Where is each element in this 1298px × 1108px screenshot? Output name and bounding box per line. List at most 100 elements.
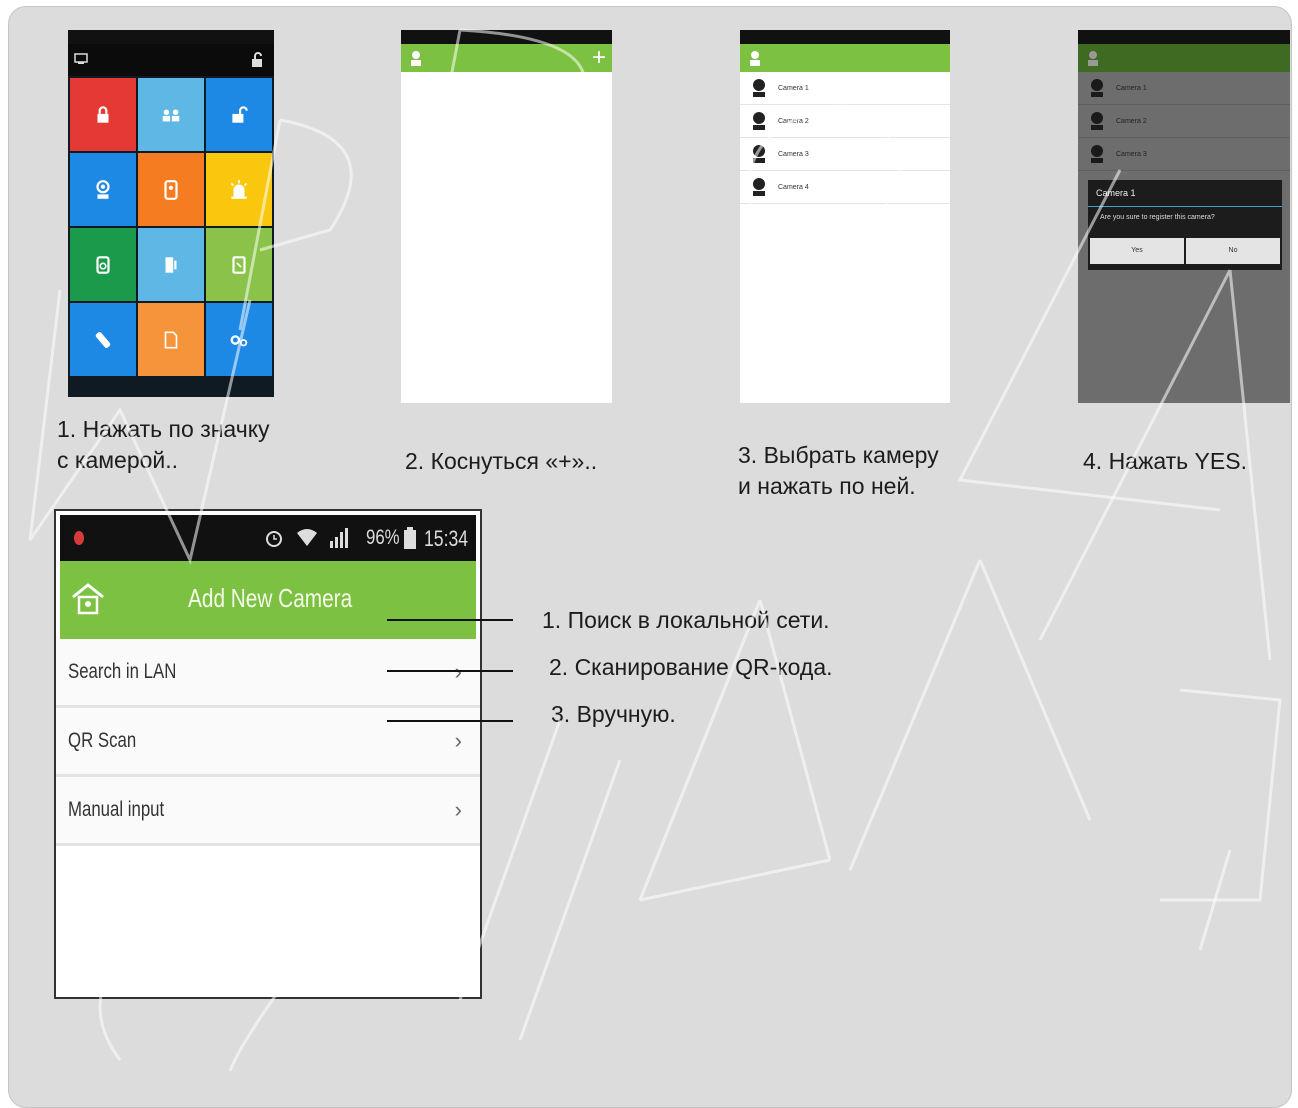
camera-label: Camera 1	[778, 84, 809, 92]
step-caption-1: 1. Нажать по значку с камерой..	[57, 416, 270, 473]
tile-users[interactable]	[138, 78, 204, 151]
notification-dot-icon	[74, 531, 84, 545]
door-icon	[165, 256, 177, 273]
camera-icon	[1091, 79, 1103, 97]
menu-item-qr-scan[interactable]: QR Scan ›	[56, 708, 480, 777]
screenshot-add-new-camera: 96% 15:34 Add New Camera Search in LAN ›…	[54, 509, 482, 999]
annotation-qr-scan: 2. Сканирование QR-кода.	[549, 654, 833, 680]
camera-icon	[1091, 112, 1103, 130]
lock-icon	[97, 105, 109, 123]
home-topbar	[68, 44, 274, 76]
wifi-icon	[297, 529, 317, 546]
step-caption-2: 2. Коснуться «+»..	[405, 448, 598, 474]
dialog-divider	[1088, 206, 1282, 207]
camera-row: Camera 1	[1078, 72, 1290, 105]
leader-line	[387, 720, 513, 722]
tile-device[interactable]	[70, 228, 136, 301]
camera-row: Camera 3	[1078, 138, 1290, 171]
tile-sensor[interactable]	[206, 228, 272, 301]
screenshot-register-dialog: Camera 1 Camera 2 Camera 3 Camera 1 Are …	[1078, 30, 1290, 403]
camera-label: Camera 1	[1116, 84, 1147, 92]
tile-camera[interactable]	[70, 153, 136, 226]
monitor-icon	[74, 53, 88, 64]
status-bar	[68, 30, 274, 44]
chevron-right-icon: ›	[454, 797, 462, 822]
camera-header	[1078, 44, 1290, 72]
annotation-manual: 3. Вручную.	[551, 701, 676, 727]
battery-icon	[404, 527, 416, 549]
user-icon	[750, 51, 760, 66]
step-caption-3: 3. Выбрать камеру и нажать по ней.	[738, 442, 939, 499]
tile-unlock[interactable]	[206, 78, 272, 151]
app-tile-grid	[70, 78, 272, 376]
signal-icon	[330, 528, 348, 548]
screenshot-camera-empty: +	[401, 30, 612, 403]
device-icon	[96, 255, 110, 274]
tile-remote[interactable]	[70, 303, 136, 376]
sensor-icon	[232, 255, 246, 274]
tile-notes[interactable]	[138, 303, 204, 376]
home-camera-icon	[72, 583, 104, 615]
camera-row[interactable]: Camera 2	[740, 105, 950, 138]
register-dialog: Camera 1 Are you sure to register this c…	[1088, 180, 1282, 270]
user-icon	[1088, 51, 1098, 66]
camera-icon	[1091, 145, 1103, 163]
clock-time: 15:34	[424, 526, 469, 551]
camera-row[interactable]: Camera 3	[740, 138, 950, 171]
users-icon	[162, 109, 180, 121]
camera-row[interactable]: Camera 1	[740, 72, 950, 105]
unlock-icon	[252, 52, 262, 67]
camera-label: Camera 4	[778, 183, 809, 191]
dialog-title: Camera 1	[1096, 188, 1136, 198]
chevron-right-icon: ›	[455, 659, 462, 685]
camera-header: +	[401, 44, 612, 72]
tile-settings[interactable]	[206, 303, 272, 376]
camera-row[interactable]: Camera 4	[740, 171, 950, 204]
battery-percent: 96%	[366, 526, 400, 549]
yes-button[interactable]: Yes	[1090, 238, 1184, 264]
camera-icon	[96, 179, 110, 199]
gear-icon	[230, 334, 248, 346]
no-button[interactable]: No	[1186, 238, 1280, 264]
leader-line	[387, 619, 513, 621]
document-icon	[164, 330, 178, 349]
camera-label: Camera 2	[1116, 117, 1147, 125]
alarm-clock-icon	[266, 531, 282, 547]
camera-row: Camera 2	[1078, 105, 1290, 138]
open-lock-icon	[232, 105, 248, 123]
screenshot-camera-list: Camera 1 Camera 2 Camera 3 Camera 4	[740, 30, 950, 403]
status-bar	[1078, 30, 1290, 44]
camera-icon	[753, 112, 765, 130]
add-camera-button[interactable]: +	[592, 44, 606, 72]
status-bar: 96% 15:34	[60, 515, 476, 561]
camera-label: Camera 3	[1116, 150, 1147, 158]
leader-line	[387, 670, 513, 672]
menu-item-manual-input[interactable]: Manual input ›	[56, 777, 480, 846]
user-icon	[411, 51, 421, 66]
tile-alarm[interactable]	[206, 153, 272, 226]
menu-item-label: Search in LAN	[68, 660, 177, 683]
camera-label: Camera 2	[778, 117, 809, 125]
camera-icon	[753, 178, 765, 196]
status-bar	[740, 30, 950, 44]
status-bar	[401, 30, 612, 44]
screenshot-home	[68, 30, 274, 397]
tile-door[interactable]	[138, 228, 204, 301]
camera-label: Camera 3	[778, 150, 809, 158]
tile-lock[interactable]	[70, 78, 136, 151]
menu-item-search-lan[interactable]: Search in LAN ›	[56, 639, 480, 708]
menu-item-label: Manual input	[68, 798, 165, 821]
camera-icon	[753, 145, 765, 163]
menu-item-label: QR Scan	[68, 729, 137, 752]
annotation-search-lan: 1. Поиск в локальной сети.	[542, 607, 830, 633]
dialog-message: Are you sure to register this camera?	[1100, 214, 1215, 221]
siren-icon	[230, 179, 248, 199]
app-header: Add New Camera	[60, 561, 476, 639]
camera-header	[740, 44, 950, 72]
intercom-icon	[164, 179, 178, 200]
camera-icon	[753, 79, 765, 97]
page-title: Add New Camera	[188, 583, 353, 613]
tile-intercom[interactable]	[138, 153, 204, 226]
chevron-right-icon: ›	[454, 728, 462, 753]
remote-icon	[95, 331, 111, 348]
